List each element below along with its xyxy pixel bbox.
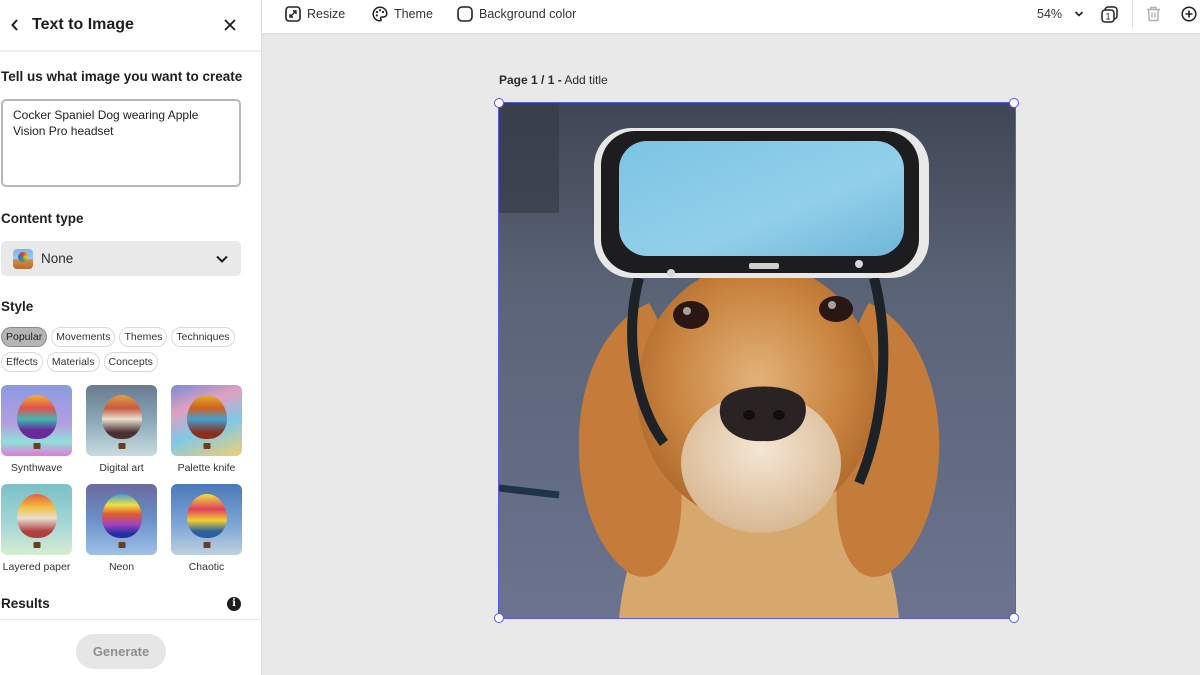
style-card-neon[interactable]: Neon	[86, 484, 157, 573]
text-to-image-panel: Text to Image Tell us what image you wan…	[0, 0, 262, 675]
chevron-left-icon	[11, 19, 18, 31]
style-card-chaotic[interactable]: Chaotic	[171, 484, 242, 573]
page-indicator: Page 1 / 1 -	[499, 73, 562, 87]
top-toolbar: Resize Theme Background color 54% 1	[262, 0, 1200, 33]
background-color-label: Background color	[479, 7, 577, 21]
prompt-label: Tell us what image you want to create	[1, 69, 243, 84]
style-tab-materials[interactable]: Materials	[46, 352, 100, 372]
style-tab-techniques[interactable]: Techniques	[171, 327, 235, 347]
results-row: Results i	[1, 596, 241, 611]
style-label: Palette knife	[177, 462, 236, 474]
style-label: Neon	[108, 561, 135, 573]
style-label: Digital art	[99, 462, 144, 474]
page-label: Page 1 / 1 - Add title	[499, 73, 608, 87]
resize-handle-top-left[interactable]	[494, 98, 504, 108]
results-label: Results	[1, 596, 50, 611]
close-button[interactable]	[219, 14, 241, 36]
dog-vr-image	[499, 103, 1015, 618]
style-label: Layered paper	[2, 561, 71, 573]
style-tabs-row-1: Popular Movements Themes Techniques	[1, 327, 241, 347]
add-page-button[interactable]	[1180, 5, 1198, 23]
resize-icon	[285, 6, 301, 22]
style-tab-movements[interactable]: Movements	[51, 327, 116, 347]
style-tab-effects[interactable]: Effects	[1, 352, 43, 372]
info-icon[interactable]: i	[227, 596, 241, 611]
plus-circle-icon	[1181, 6, 1197, 22]
style-thumbnail	[86, 484, 157, 555]
palette-icon	[372, 6, 388, 22]
style-thumbnail	[171, 484, 242, 555]
zoom-value: 54%	[1037, 7, 1063, 21]
delete-button[interactable]	[1144, 5, 1162, 23]
style-label: Chaotic	[188, 561, 225, 573]
style-card-palette-knife[interactable]: Palette knife	[171, 385, 242, 474]
back-button[interactable]	[6, 15, 24, 35]
panel-divider	[0, 619, 262, 620]
pages-button[interactable]: 1	[1100, 5, 1118, 23]
chevron-down-icon	[1074, 11, 1084, 17]
zoom-select[interactable]: 54%	[1037, 0, 1084, 28]
toolbar-divider	[1132, 0, 1133, 28]
generated-image[interactable]	[498, 102, 1016, 619]
resize-handle-bottom-right[interactable]	[1009, 613, 1019, 623]
content-type-label: Content type	[1, 211, 84, 226]
style-thumbnail	[171, 385, 242, 456]
resize-handle-bottom-left[interactable]	[494, 613, 504, 623]
close-icon	[224, 19, 236, 31]
style-card-layered-paper[interactable]: Layered paper	[1, 484, 72, 573]
style-label: Synthwave	[10, 462, 63, 474]
style-tab-concepts[interactable]: Concepts	[103, 352, 158, 372]
background-color-button[interactable]: Background color	[457, 6, 576, 22]
resize-label: Resize	[307, 7, 346, 21]
trash-icon	[1146, 6, 1160, 22]
style-tab-themes[interactable]: Themes	[119, 327, 168, 347]
panel-title: Text to Image	[32, 16, 134, 33]
pages-icon: 1	[1100, 5, 1118, 23]
style-card-synthwave[interactable]: Synthwave	[1, 385, 72, 474]
resize-button[interactable]: Resize	[285, 6, 345, 22]
panel-header: Text to Image	[0, 0, 261, 52]
theme-button[interactable]: Theme	[372, 6, 433, 22]
color-swatch-icon	[457, 6, 473, 22]
style-thumbnail	[1, 385, 72, 456]
svg-text:1: 1	[1105, 11, 1110, 21]
style-thumbnail	[86, 385, 157, 456]
style-label: Style	[1, 299, 34, 314]
style-thumbnail	[1, 484, 72, 555]
generate-button[interactable]: Generate	[76, 634, 166, 669]
style-grid: Synthwave Digital art Palette knife Laye…	[1, 385, 246, 573]
content-type-value: None	[41, 251, 74, 266]
style-tabs-row-2: Effects Materials Concepts	[1, 352, 241, 372]
add-title-link[interactable]: Add title	[564, 73, 607, 87]
theme-label: Theme	[394, 7, 433, 21]
style-card-digital-art[interactable]: Digital art	[86, 385, 157, 474]
content-type-select[interactable]: None	[1, 241, 241, 276]
prompt-input[interactable]	[1, 99, 241, 187]
content-type-thumbnail	[13, 248, 33, 269]
resize-handle-top-right[interactable]	[1009, 98, 1019, 108]
style-tab-popular[interactable]: Popular	[1, 327, 48, 347]
chevron-down-icon	[216, 255, 228, 263]
